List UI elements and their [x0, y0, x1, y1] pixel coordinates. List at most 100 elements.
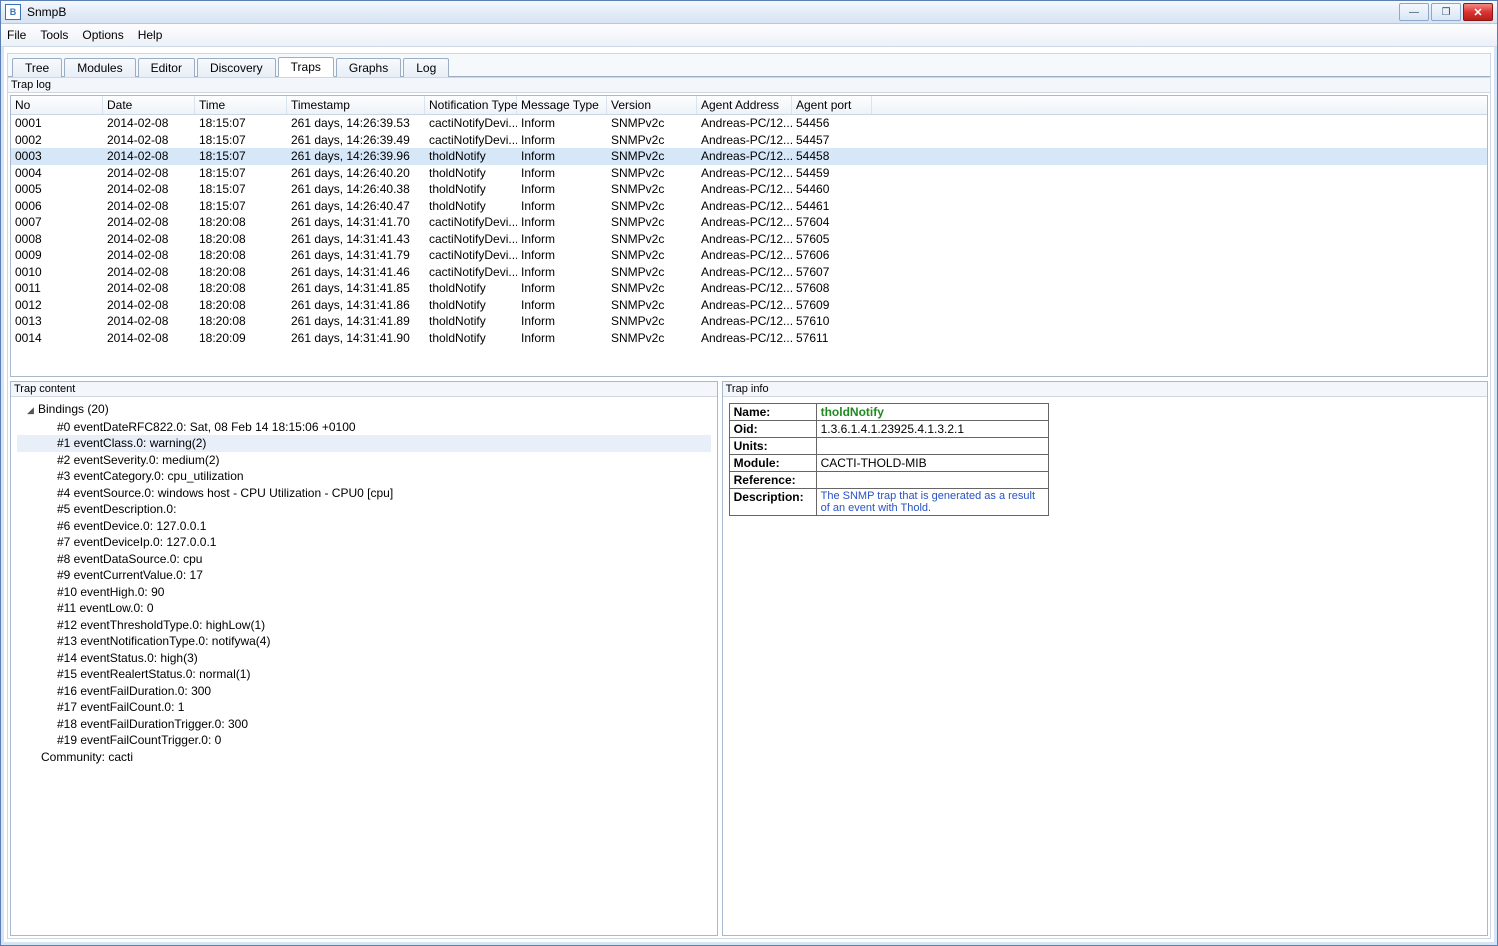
- tree-community[interactable]: Community: cacti: [17, 749, 711, 766]
- cell-no: 0012: [11, 297, 103, 314]
- cell-ntype: cactiNotifyDevi...: [425, 132, 517, 149]
- cell-no: 0014: [11, 330, 103, 347]
- tree-item[interactable]: #10 eventHigh.0: 90: [17, 584, 711, 601]
- table-row[interactable]: 00112014-02-0818:20:08261 days, 14:31:41…: [11, 280, 1487, 297]
- cell-ts: 261 days, 14:31:41.86: [287, 297, 425, 314]
- cell-addr: Andreas-PC/12...: [697, 297, 792, 314]
- column-header[interactable]: Agent Address: [697, 96, 792, 114]
- tab-editor[interactable]: Editor: [138, 58, 195, 77]
- tree-item[interactable]: #7 eventDeviceIp.0: 127.0.0.1: [17, 534, 711, 551]
- menu-help[interactable]: Help: [138, 28, 163, 42]
- traplog-label: Trap log: [8, 77, 1490, 93]
- table-row[interactable]: 00142014-02-0818:20:09261 days, 14:31:41…: [11, 330, 1487, 347]
- cell-port: 57610: [792, 313, 872, 330]
- table-row[interactable]: 00052014-02-0818:15:07261 days, 14:26:40…: [11, 181, 1487, 198]
- column-header[interactable]: Agent port: [792, 96, 872, 114]
- tree-item[interactable]: #0 eventDateRFC822.0: Sat, 08 Feb 14 18:…: [17, 419, 711, 436]
- tree-item[interactable]: #9 eventCurrentValue.0: 17: [17, 567, 711, 584]
- column-header[interactable]: Date: [103, 96, 195, 114]
- info-key: Units:: [729, 438, 816, 455]
- cell-mtype: Inform: [517, 198, 607, 215]
- menu-tools[interactable]: Tools: [40, 28, 68, 42]
- cell-time: 18:20:08: [195, 297, 287, 314]
- tree-item[interactable]: #3 eventCategory.0: cpu_utilization: [17, 468, 711, 485]
- column-header[interactable]: Timestamp: [287, 96, 425, 114]
- cell-mtype: Inform: [517, 148, 607, 165]
- tree-item[interactable]: #8 eventDataSource.0: cpu: [17, 551, 711, 568]
- cell-addr: Andreas-PC/12...: [697, 214, 792, 231]
- trapcontent-tree[interactable]: ◢Bindings (20)#0 eventDateRFC822.0: Sat,…: [11, 397, 717, 935]
- app-icon: B: [5, 4, 21, 20]
- table-row[interactable]: 00102014-02-0818:20:08261 days, 14:31:41…: [11, 264, 1487, 281]
- tab-modules[interactable]: Modules: [64, 58, 135, 77]
- column-header[interactable]: Version: [607, 96, 697, 114]
- table-row[interactable]: 00072014-02-0818:20:08261 days, 14:31:41…: [11, 214, 1487, 231]
- tab-tree[interactable]: Tree: [12, 58, 62, 77]
- cell-ntype: tholdNotify: [425, 297, 517, 314]
- traplog-table: NoDateTimeTimestampNotification TypeMess…: [10, 95, 1488, 377]
- maximize-button[interactable]: ❐: [1431, 3, 1461, 21]
- table-row[interactable]: 00062014-02-0818:15:07261 days, 14:26:40…: [11, 198, 1487, 215]
- column-header[interactable]: Time: [195, 96, 287, 114]
- column-header[interactable]: No: [11, 96, 103, 114]
- tree-item[interactable]: #13 eventNotificationType.0: notifywa(4): [17, 633, 711, 650]
- cell-ver: SNMPv2c: [607, 165, 697, 182]
- cell-ntype: tholdNotify: [425, 148, 517, 165]
- cell-mtype: Inform: [517, 132, 607, 149]
- tree-item[interactable]: #12 eventThresholdType.0: highLow(1): [17, 617, 711, 634]
- column-header[interactable]: Notification Type: [425, 96, 517, 114]
- tree-item[interactable]: #18 eventFailDurationTrigger.0: 300: [17, 716, 711, 733]
- tab-log[interactable]: Log: [403, 58, 449, 77]
- tree-item[interactable]: #19 eventFailCountTrigger.0: 0: [17, 732, 711, 749]
- column-header[interactable]: Message Type: [517, 96, 607, 114]
- cell-date: 2014-02-08: [103, 264, 195, 281]
- cell-no: 0011: [11, 280, 103, 297]
- tree-item[interactable]: #17 eventFailCount.0: 1: [17, 699, 711, 716]
- table-row[interactable]: 00122014-02-0818:20:08261 days, 14:31:41…: [11, 297, 1487, 314]
- cell-ver: SNMPv2c: [607, 330, 697, 347]
- traplog-body[interactable]: 00012014-02-0818:15:07261 days, 14:26:39…: [11, 115, 1487, 376]
- traplog-header: NoDateTimeTimestampNotification TypeMess…: [11, 96, 1487, 115]
- tree-item[interactable]: #2 eventSeverity.0: medium(2): [17, 452, 711, 469]
- info-value-reference: [816, 472, 1048, 489]
- tab-discovery[interactable]: Discovery: [197, 58, 276, 77]
- tree-item[interactable]: #6 eventDevice.0: 127.0.0.1: [17, 518, 711, 535]
- table-row[interactable]: 00092014-02-0818:20:08261 days, 14:31:41…: [11, 247, 1487, 264]
- app-window: B SnmpB — ❐ ✕ File Tools Options Help Tr…: [0, 0, 1498, 946]
- cell-ver: SNMPv2c: [607, 264, 697, 281]
- table-row[interactable]: 00032014-02-0818:15:07261 days, 14:26:39…: [11, 148, 1487, 165]
- table-row[interactable]: 00132014-02-0818:20:08261 days, 14:31:41…: [11, 313, 1487, 330]
- tree-item[interactable]: #15 eventRealertStatus.0: normal(1): [17, 666, 711, 683]
- cell-ts: 261 days, 14:26:40.47: [287, 198, 425, 215]
- tab-traps[interactable]: Traps: [278, 57, 334, 77]
- info-value-units: [816, 438, 1048, 455]
- cell-ts: 261 days, 14:31:41.70: [287, 214, 425, 231]
- cell-time: 18:20:08: [195, 247, 287, 264]
- table-row[interactable]: 00082014-02-0818:20:08261 days, 14:31:41…: [11, 231, 1487, 248]
- tree-item[interactable]: #4 eventSource.0: windows host - CPU Uti…: [17, 485, 711, 502]
- cell-ntype: cactiNotifyDevi...: [425, 231, 517, 248]
- menu-options[interactable]: Options: [82, 28, 123, 42]
- cell-mtype: Inform: [517, 115, 607, 132]
- menu-file[interactable]: File: [7, 28, 26, 42]
- cell-time: 18:20:08: [195, 214, 287, 231]
- cell-port: 54460: [792, 181, 872, 198]
- tree-item[interactable]: #1 eventClass.0: warning(2): [17, 435, 711, 452]
- close-button[interactable]: ✕: [1463, 3, 1493, 21]
- tree-item[interactable]: #11 eventLow.0: 0: [17, 600, 711, 617]
- minimize-button[interactable]: —: [1399, 3, 1429, 21]
- table-row[interactable]: 00012014-02-0818:15:07261 days, 14:26:39…: [11, 115, 1487, 132]
- cell-port: 57606: [792, 247, 872, 264]
- cell-ver: SNMPv2c: [607, 132, 697, 149]
- tree-item[interactable]: #5 eventDescription.0:: [17, 501, 711, 518]
- tree-root[interactable]: ◢Bindings (20): [17, 401, 711, 419]
- tree-item[interactable]: #14 eventStatus.0: high(3): [17, 650, 711, 667]
- cell-date: 2014-02-08: [103, 181, 195, 198]
- window-title: SnmpB: [27, 5, 1399, 19]
- tree-item[interactable]: #16 eventFailDuration.0: 300: [17, 683, 711, 700]
- cell-port: 57609: [792, 297, 872, 314]
- table-row[interactable]: 00022014-02-0818:15:07261 days, 14:26:39…: [11, 132, 1487, 149]
- cell-date: 2014-02-08: [103, 165, 195, 182]
- table-row[interactable]: 00042014-02-0818:15:07261 days, 14:26:40…: [11, 165, 1487, 182]
- tab-graphs[interactable]: Graphs: [336, 58, 401, 77]
